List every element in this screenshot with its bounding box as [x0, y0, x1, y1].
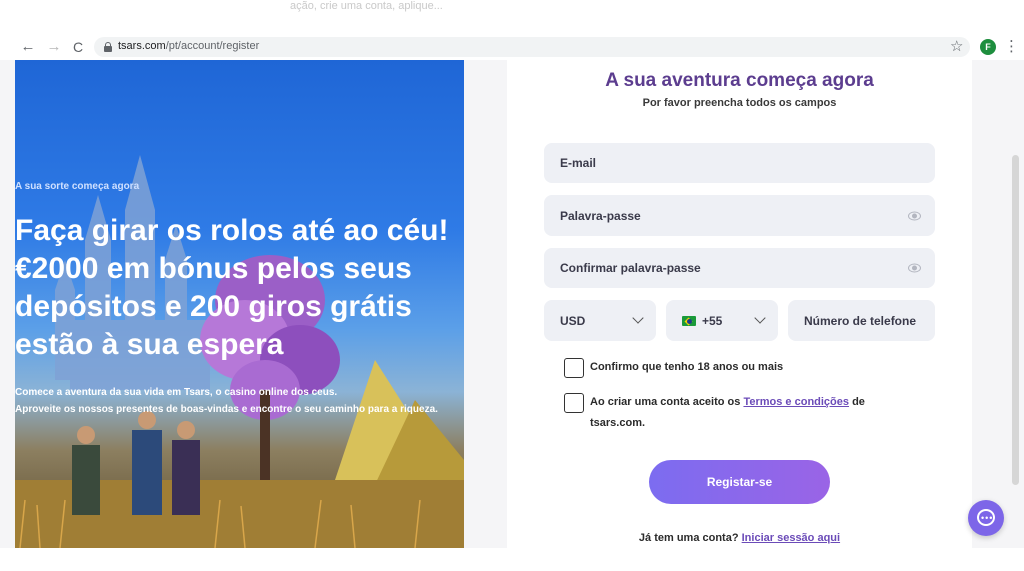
kebab-menu-icon[interactable]: ⋮ — [1004, 37, 1019, 57]
forward-icon[interactable]: → — [44, 37, 64, 57]
phone-placeholder: Número de telefone — [804, 313, 917, 328]
reload-icon[interactable]: C — [68, 37, 88, 57]
login-prompt: Já tem uma conta? Iniciar sessão aqui — [638, 532, 841, 544]
back-icon[interactable]: ← — [18, 37, 38, 57]
chevron-down-icon — [632, 312, 644, 324]
phone-code-value: +55 — [702, 313, 723, 328]
register-form: A sua aventura começa agora Por favor pr… — [507, 60, 972, 548]
terms-checkbox[interactable] — [564, 393, 584, 413]
show-password-eye-icon[interactable] — [908, 211, 921, 220]
terms-label-line-2: tsars.com. — [590, 417, 646, 429]
password-placeholder: Palavra-passe — [560, 208, 641, 223]
top-gap: ação, crie uma conta, aplique... — [0, 0, 1024, 34]
terms-label: Ao criar uma conta aceito os Termos e co… — [590, 396, 865, 408]
confirm-password-placeholder: Confirmar palavra-passe — [560, 261, 701, 275]
currency-select[interactable]: USD — [544, 300, 656, 341]
hero-kicker: A sua sorte começa agora — [15, 181, 140, 192]
form-title: A sua aventura começa agora — [605, 70, 874, 91]
phone-code-select[interactable]: +55 — [666, 300, 778, 341]
bottom-gap — [0, 548, 1024, 571]
bookmark-star-icon[interactable]: ☆ — [950, 37, 963, 57]
browser-toolbar: ← → C tsars.com/pt/account/register ☆ F … — [0, 34, 1024, 60]
brazil-flag-icon — [682, 316, 696, 326]
email-field[interactable]: E-mail — [544, 143, 935, 183]
hero-description: Comece a aventura da sua vida em Tsars, … — [15, 384, 464, 418]
scrollbar-thumb[interactable] — [1012, 155, 1019, 485]
chat-dots-icon: ••• — [981, 513, 994, 523]
top-faint-text: ação, crie uma conta, aplique... — [290, 0, 443, 12]
hero-banner: A sua sorte começa agora Faça girar os r… — [15, 60, 464, 548]
email-placeholder: E-mail — [560, 156, 597, 170]
address-bar[interactable]: tsars.com/pt/account/register — [94, 37, 970, 57]
terms-link[interactable]: Termos e condições — [743, 396, 849, 408]
password-field[interactable]: Palavra-passe — [544, 195, 935, 236]
chat-support-button[interactable]: ••• — [968, 500, 1004, 536]
phone-number-field[interactable]: Número de telefone — [788, 300, 935, 341]
profile-avatar[interactable]: F — [980, 39, 996, 55]
url-text: tsars.com/pt/account/register — [118, 40, 260, 52]
confirm-password-field[interactable]: Confirmar palavra-passe — [544, 248, 935, 288]
chevron-down-icon — [754, 312, 766, 324]
hero-text-line-2: Aproveite os nossos presentes de boas-vi… — [15, 404, 438, 415]
show-confirm-password-eye-icon[interactable] — [908, 263, 921, 273]
login-link[interactable]: Iniciar sessão aqui — [742, 532, 840, 544]
currency-value: USD — [560, 313, 586, 328]
age-confirm-checkbox[interactable] — [564, 358, 584, 378]
page-viewport: A sua sorte começa agora Faça girar os r… — [0, 60, 1024, 548]
hero-text-line-1: Comece a aventura da sua vida em Tsars, … — [15, 387, 338, 398]
age-confirm-label: Confirmo que tenho 18 anos ou mais — [590, 361, 784, 373]
lock-icon — [104, 42, 112, 52]
register-button[interactable]: Registar-se — [649, 460, 830, 504]
form-subtitle: Por favor preencha todos os campos — [642, 97, 837, 109]
hero-title: Faça girar os rolos até ao céu! €2000 em… — [15, 214, 449, 361]
